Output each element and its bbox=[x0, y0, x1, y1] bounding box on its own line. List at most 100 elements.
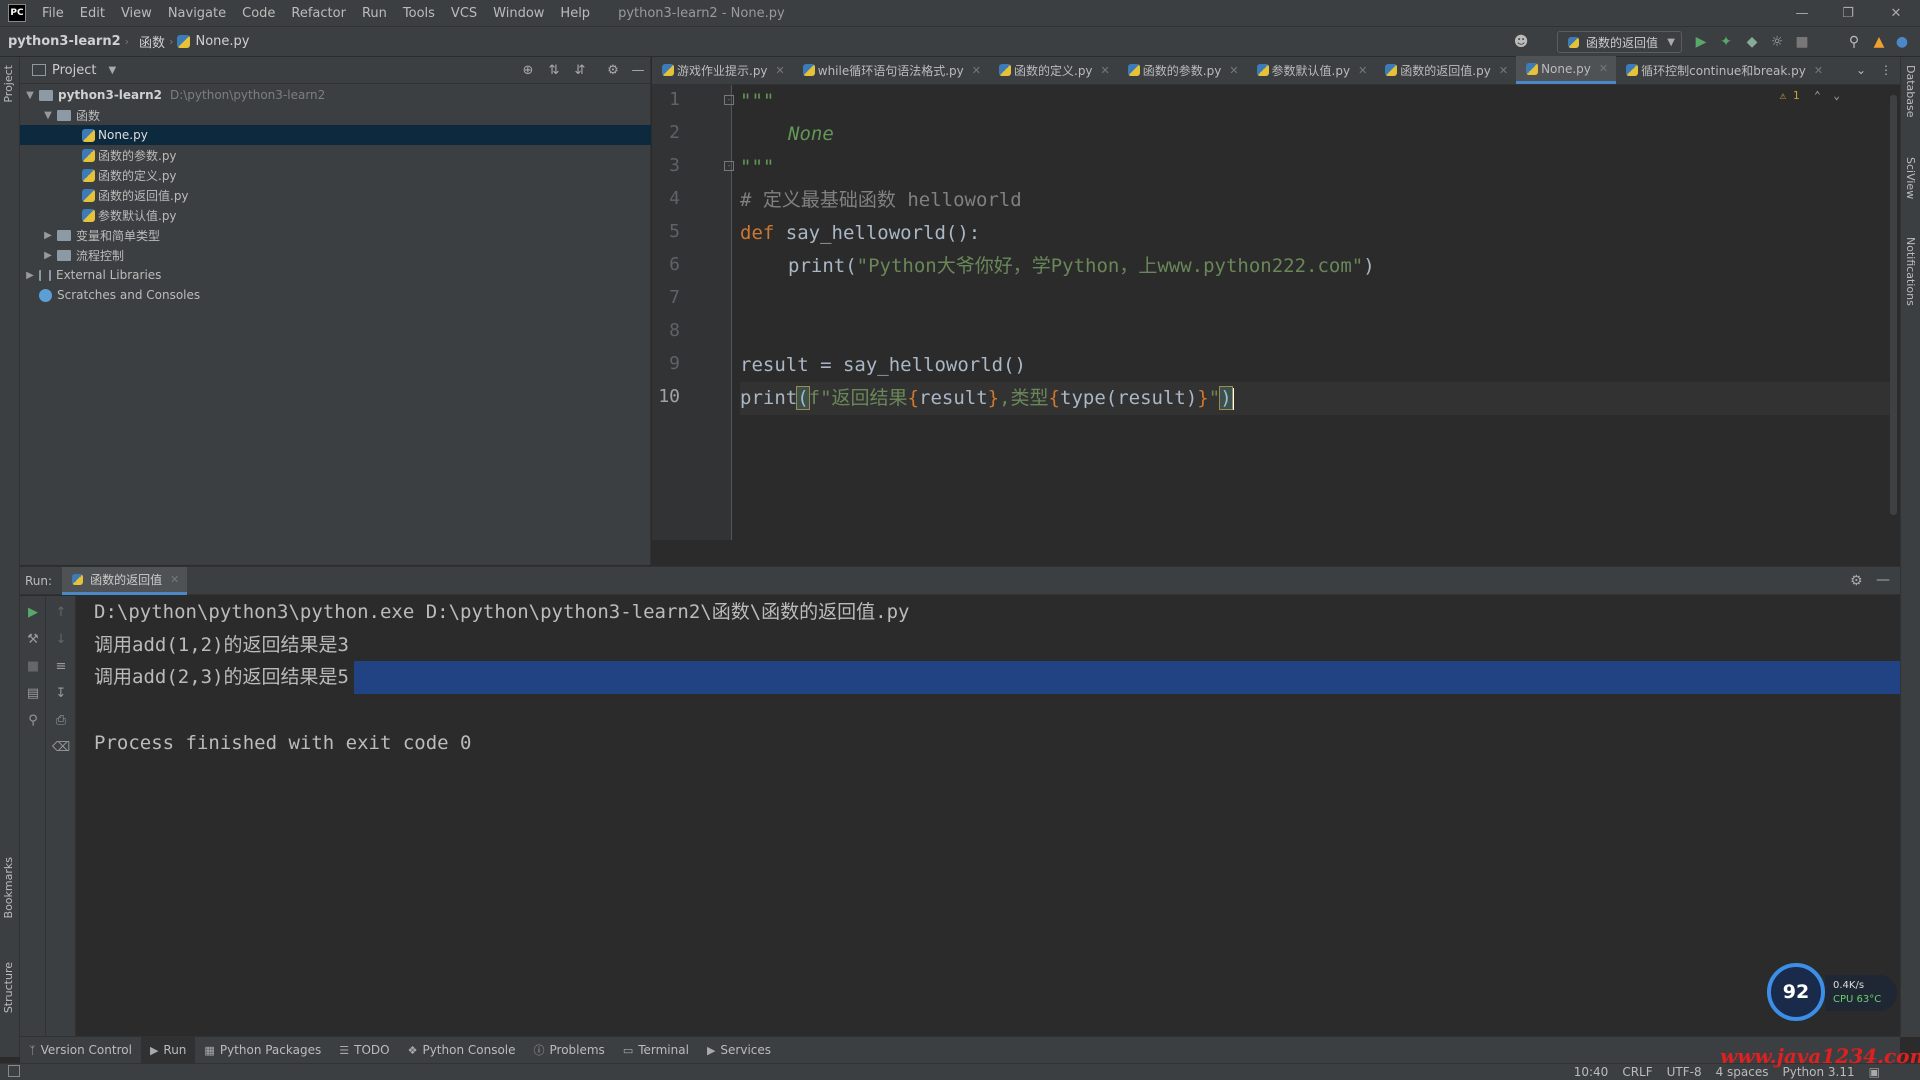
menu-refactor[interactable]: Refactor bbox=[283, 0, 354, 27]
database-tool-button[interactable]: Database bbox=[1904, 65, 1917, 118]
notifications-tool-button[interactable]: Notifications bbox=[1904, 237, 1917, 306]
tree-item-file[interactable]: 函数的参数.py bbox=[20, 145, 651, 165]
editor-tab[interactable]: while循环语句语法格式.py ✕ bbox=[793, 56, 989, 84]
tree-item-file[interactable]: 函数的返回值.py bbox=[20, 185, 651, 205]
chevron-up-icon[interactable]: ⌃ bbox=[1814, 89, 1821, 102]
run-configuration-select[interactable]: 函数的返回值 ▼ bbox=[1557, 31, 1682, 53]
more-options-icon[interactable]: ⋮ bbox=[1872, 56, 1900, 84]
hide-icon[interactable]: — bbox=[630, 62, 646, 78]
terminal-tool[interactable]: ▭ Terminal bbox=[614, 1037, 698, 1064]
locate-icon[interactable]: ⊕ bbox=[520, 62, 536, 78]
tree-item-external-libraries[interactable]: ▶ External Libraries bbox=[20, 265, 651, 285]
menu-code[interactable]: Code bbox=[234, 0, 283, 27]
minimize-icon[interactable]: — bbox=[1782, 0, 1822, 27]
tree-item-project-root[interactable]: ▼ python3-learn2 D:\python\python3-learn… bbox=[20, 85, 651, 105]
menu-window[interactable]: Window bbox=[485, 0, 552, 27]
search-icon[interactable]: ⚲ bbox=[1845, 33, 1863, 51]
problems-tool[interactable]: ⓘ Problems bbox=[525, 1037, 614, 1064]
close-icon[interactable]: ✕ bbox=[1876, 0, 1916, 27]
project-panel-title[interactable]: Project bbox=[52, 63, 96, 78]
file-encoding[interactable]: UTF-8 bbox=[1667, 1065, 1702, 1079]
chevron-down-icon[interactable]: ⌄ bbox=[1833, 89, 1840, 102]
python-console-tool[interactable]: ❖ Python Console bbox=[399, 1037, 525, 1064]
close-tab-icon[interactable]: ✕ bbox=[776, 64, 785, 77]
menu-tools[interactable]: Tools bbox=[395, 0, 443, 27]
toggle-tool-windows-icon[interactable] bbox=[8, 1065, 20, 1077]
menu-edit[interactable]: Edit bbox=[72, 0, 113, 27]
gear-icon[interactable]: ⚙ bbox=[605, 62, 621, 78]
fold-icon[interactable]: - bbox=[724, 95, 734, 105]
editor-tab[interactable]: 游戏作业提示.py ✕ bbox=[652, 56, 793, 84]
hide-icon[interactable]: — bbox=[1876, 572, 1890, 588]
editor-tab[interactable]: 函数的返回值.py ✕ bbox=[1375, 56, 1516, 84]
version-control-tool[interactable]: ᛉ Version Control bbox=[20, 1037, 141, 1064]
rerun-icon[interactable]: ▶ bbox=[25, 604, 41, 620]
print-icon[interactable]: ⎙ bbox=[53, 712, 69, 728]
code-editor[interactable]: 1 2 3 4 5 6 7 8 9 10 - - """ None """ # … bbox=[652, 85, 1900, 540]
soft-wrap-icon[interactable]: ≡ bbox=[53, 658, 69, 674]
close-tab-icon[interactable]: ✕ bbox=[1599, 62, 1608, 75]
editor-tab[interactable]: 循环控制continue和break.py ✕ bbox=[1616, 56, 1831, 84]
layout-icon[interactable]: ▤ bbox=[25, 685, 41, 701]
expand-all-icon[interactable]: ⇅ bbox=[546, 62, 562, 78]
bookmarks-tool-button[interactable]: Bookmarks bbox=[2, 857, 15, 918]
wrench-icon[interactable]: ⚒ bbox=[25, 631, 41, 647]
project-tool-button[interactable]: Project bbox=[2, 65, 15, 103]
chevron-right-icon[interactable]: ▶ bbox=[24, 270, 36, 281]
editor-tab-active[interactable]: None.py ✕ bbox=[1516, 56, 1617, 84]
chevron-down-icon[interactable]: ▼ bbox=[108, 65, 116, 76]
more-tabs-icon[interactable]: ⌄ bbox=[1850, 56, 1872, 84]
warning-indicator[interactable]: ⚠ 1 ⌃ ⌄ bbox=[1780, 89, 1840, 102]
editor-tab[interactable]: 函数的定义.py ✕ bbox=[989, 56, 1118, 84]
editor-scrollbar[interactable] bbox=[1890, 95, 1897, 515]
pin-icon[interactable]: ⚲ bbox=[25, 712, 41, 728]
menu-run[interactable]: Run bbox=[354, 0, 395, 27]
todo-tool[interactable]: ☰ TODO bbox=[330, 1037, 398, 1064]
chevron-down-icon[interactable]: ▼ bbox=[42, 110, 54, 121]
coverage-icon[interactable]: ◆ bbox=[1743, 33, 1761, 51]
tree-item-file[interactable]: 函数的定义.py bbox=[20, 165, 651, 185]
tree-item-folder-functions[interactable]: ▼ 函数 bbox=[20, 105, 651, 125]
services-tool[interactable]: ▶ Services bbox=[698, 1037, 780, 1064]
profile-icon[interactable]: ☼ bbox=[1768, 33, 1786, 51]
close-tab-icon[interactable]: ✕ bbox=[972, 64, 981, 77]
ide-logo-icon[interactable]: ● bbox=[1893, 33, 1911, 51]
breadcrumb-project[interactable]: python3-learn2 bbox=[0, 34, 123, 49]
run-tool[interactable]: ▶ Run bbox=[140, 1036, 196, 1064]
menu-file[interactable]: File bbox=[34, 0, 72, 27]
arrow-up-icon[interactable]: ↑ bbox=[53, 604, 69, 620]
python-packages-tool[interactable]: ▦ Python Packages bbox=[195, 1037, 330, 1064]
chevron-right-icon[interactable]: ▶ bbox=[42, 250, 54, 261]
update-icon[interactable]: ▲ bbox=[1870, 33, 1888, 51]
close-tab-icon[interactable]: ✕ bbox=[170, 573, 179, 586]
sciview-tool-button[interactable]: SciView bbox=[1904, 157, 1917, 199]
gear-icon[interactable]: ⚙ bbox=[1850, 573, 1863, 589]
line-separator[interactable]: CRLF bbox=[1622, 1065, 1652, 1079]
editor-tab[interactable]: 参数默认值.py ✕ bbox=[1247, 56, 1376, 84]
breadcrumb-folder[interactable]: 函数 bbox=[131, 32, 167, 51]
fold-icon[interactable]: - bbox=[724, 161, 734, 171]
run-tab[interactable]: 函数的返回值 ✕ bbox=[62, 566, 188, 595]
run-icon[interactable]: ▶ bbox=[1692, 33, 1710, 51]
stop-icon[interactable]: ■ bbox=[1793, 33, 1811, 51]
caret-position[interactable]: 10:40 bbox=[1574, 1065, 1609, 1079]
chevron-down-icon[interactable]: ▼ bbox=[24, 90, 36, 101]
breadcrumb-file[interactable]: None.py bbox=[193, 34, 251, 49]
structure-tool-button[interactable]: Structure bbox=[2, 962, 15, 1013]
trash-icon[interactable]: ⌫ bbox=[52, 739, 70, 755]
tree-item-folder[interactable]: ▶ 变量和简单类型 bbox=[20, 225, 651, 245]
close-tab-icon[interactable]: ✕ bbox=[1229, 64, 1238, 77]
close-tab-icon[interactable]: ✕ bbox=[1814, 64, 1823, 77]
debug-icon[interactable]: ✦ bbox=[1717, 33, 1735, 51]
menu-view[interactable]: View bbox=[113, 0, 160, 27]
close-tab-icon[interactable]: ✕ bbox=[1101, 64, 1110, 77]
user-icon[interactable]: ☻ bbox=[1512, 33, 1530, 51]
close-tab-icon[interactable]: ✕ bbox=[1358, 64, 1367, 77]
menu-help[interactable]: Help bbox=[552, 0, 598, 27]
editor-tab[interactable]: 函数的参数.py ✕ bbox=[1118, 56, 1247, 84]
tree-item-file[interactable]: 参数默认值.py bbox=[20, 205, 651, 225]
arrow-down-icon[interactable]: ↓ bbox=[53, 631, 69, 647]
close-tab-icon[interactable]: ✕ bbox=[1499, 64, 1508, 77]
chevron-right-icon[interactable]: ▶ bbox=[42, 230, 54, 241]
tree-item-folder[interactable]: ▶ 流程控制 bbox=[20, 245, 651, 265]
